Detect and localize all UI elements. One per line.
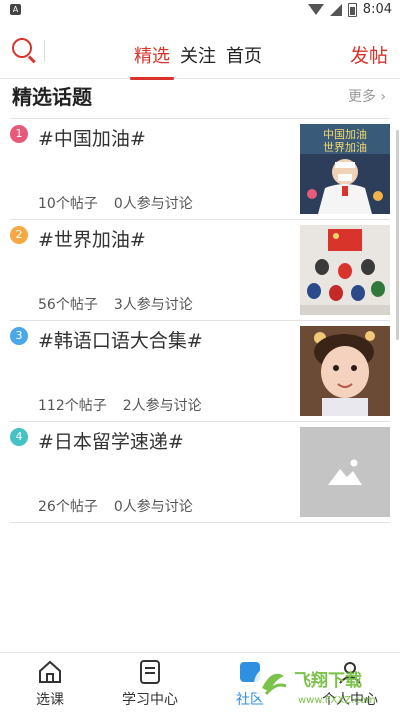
svg-text:世界加油: 世界加油: [323, 140, 367, 154]
notification-app-icon: A: [10, 4, 21, 15]
topic-meta: 10个帖子 0人参与讨论: [38, 193, 193, 213]
system-icons: 8:04: [307, 2, 392, 17]
topic-title: #韩语口语大合集#: [38, 330, 203, 352]
topic-item[interactable]: 1 #中国加油# 10个帖子 0人参与讨论 中国加油 世界加油: [10, 118, 390, 219]
chevron-right-icon: ›: [375, 89, 386, 105]
watermark: 飞翔下载 www.FXXZ.com: [252, 658, 400, 710]
discussion-count: 0人参与讨论: [113, 499, 193, 515]
topic-item[interactable]: 3 #韩语口语大合集# 112个帖子 2人参与讨论: [10, 320, 390, 421]
post-count: 56个帖子: [38, 297, 98, 313]
home-icon: [39, 660, 61, 683]
topic-thumbnail: [300, 225, 390, 315]
topic-title: #中国加油#: [38, 128, 146, 150]
topic-meta: 56个帖子 3人参与讨论: [38, 294, 193, 314]
topic-title: #世界加油#: [38, 229, 146, 251]
topic-item[interactable]: 2 #世界加油# 56个帖子 3人参与讨论: [10, 219, 390, 320]
discussion-count: 3人参与讨论: [113, 297, 193, 313]
signal-icon: [329, 3, 342, 16]
post-button[interactable]: 发帖: [350, 41, 388, 68]
tab-home[interactable]: 首页: [226, 42, 262, 78]
rank-badge: 4: [10, 428, 28, 446]
section-header: 精选话题 更多 ›: [0, 78, 400, 118]
svg-text:飞翔下载: 飞翔下载: [294, 670, 362, 691]
tab-bar: 精选 关注 首页: [130, 42, 262, 80]
discussion-count: 2人参与讨论: [122, 398, 202, 414]
more-link[interactable]: 更多 ›: [348, 86, 386, 106]
bottom-nav-learning-center[interactable]: 学习中心: [100, 653, 200, 715]
bottom-nav-label: 选课: [36, 692, 64, 708]
rank-badge: 2: [10, 226, 28, 244]
clock: 8:04: [362, 2, 392, 17]
status-bar: A 8:04: [0, 0, 400, 22]
topic-thumbnail: [300, 326, 390, 416]
discussion-count: 0人参与讨论: [113, 196, 193, 212]
topic-meta: 112个帖子 2人参与讨论: [38, 395, 202, 415]
scrollbar[interactable]: [396, 130, 399, 340]
section-title: 精选话题: [12, 85, 92, 109]
more-label: 更多: [347, 89, 376, 105]
svg-text:www.FXXZ.com: www.FXXZ.com: [298, 695, 376, 706]
battery-icon: [347, 2, 357, 17]
post-count: 26个帖子: [38, 499, 98, 515]
post-count: 112个帖子: [38, 398, 107, 414]
topic-thumbnail: 中国加油 世界加油: [300, 124, 390, 214]
topic-list: 1 #中国加油# 10个帖子 0人参与讨论 中国加油 世界加油 2 #世界加油#…: [10, 118, 390, 523]
topic-meta: 26个帖子 0人参与讨论: [38, 496, 193, 516]
bottom-nav-courses[interactable]: 选课: [0, 653, 100, 715]
topic-item[interactable]: 4 #日本留学速递# 26个帖子 0人参与讨论: [10, 421, 390, 523]
image-placeholder-icon: [300, 427, 390, 517]
divider: [44, 40, 45, 62]
post-count: 10个帖子: [38, 196, 98, 212]
bottom-nav-label: 学习中心: [122, 692, 178, 708]
topic-title: #日本留学速递#: [38, 431, 184, 453]
search-icon[interactable]: [12, 38, 32, 58]
tab-following[interactable]: 关注: [180, 42, 216, 78]
document-icon: [140, 660, 160, 684]
rank-badge: 3: [10, 327, 28, 345]
top-nav: 精选 关注 首页 发帖: [0, 22, 400, 80]
wifi-icon: [307, 4, 324, 15]
svg-text:中国加油: 中国加油: [323, 127, 367, 141]
rank-badge: 1: [10, 125, 28, 143]
tab-featured[interactable]: 精选: [130, 42, 174, 80]
